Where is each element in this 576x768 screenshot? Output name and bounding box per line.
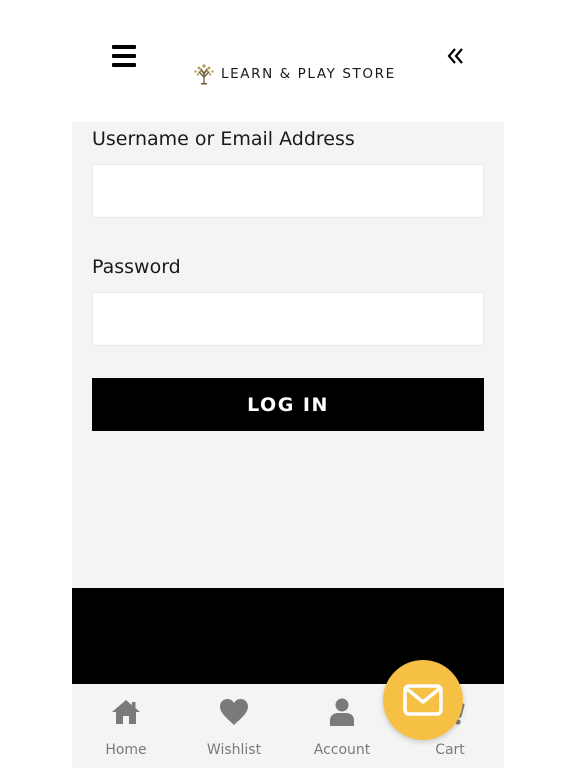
heart-icon bbox=[220, 699, 248, 725]
nav-cart-label: Cart bbox=[435, 742, 465, 758]
password-label: Password bbox=[92, 256, 181, 278]
nav-wishlist-label: Wishlist bbox=[206, 742, 262, 758]
hamburger-menu-icon[interactable] bbox=[112, 45, 136, 67]
login-button[interactable]: LOG IN bbox=[92, 378, 484, 431]
login-page: LEARN & PLAY STORE Username or Email Add… bbox=[0, 0, 576, 768]
nav-home-label: Home bbox=[105, 742, 147, 758]
login-form: Username or Email Address Password LOG I… bbox=[72, 122, 504, 588]
nav-account-label: Account bbox=[313, 742, 371, 758]
store-logo[interactable]: LEARN & PLAY STORE bbox=[192, 62, 396, 86]
user-icon bbox=[330, 698, 354, 726]
mail-icon bbox=[403, 684, 443, 716]
contact-mail-button[interactable] bbox=[383, 660, 463, 740]
nav-account[interactable]: Account bbox=[288, 684, 396, 768]
nav-home[interactable]: Home bbox=[72, 684, 180, 768]
nav-wishlist[interactable]: Wishlist bbox=[180, 684, 288, 768]
password-input[interactable] bbox=[92, 292, 484, 346]
double-chevron-left-icon[interactable] bbox=[446, 46, 466, 66]
username-input[interactable] bbox=[92, 164, 484, 218]
username-label: Username or Email Address bbox=[92, 128, 355, 150]
tree-logo-icon bbox=[194, 64, 214, 85]
home-icon bbox=[112, 700, 140, 724]
brand-name: LEARN & PLAY STORE bbox=[221, 66, 396, 82]
